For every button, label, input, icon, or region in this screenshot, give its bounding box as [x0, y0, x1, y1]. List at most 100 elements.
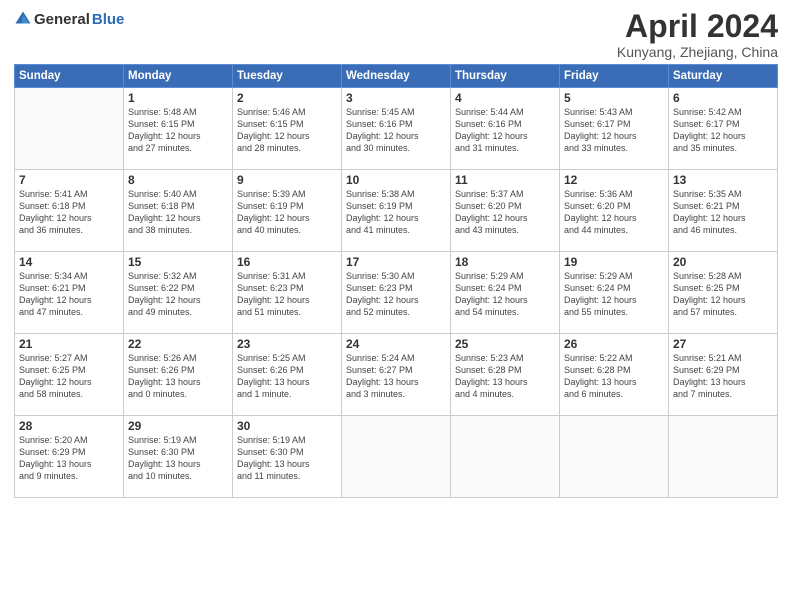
table-row: 30Sunrise: 5:19 AM Sunset: 6:30 PM Dayli… — [233, 416, 342, 498]
week-row-3: 14Sunrise: 5:34 AM Sunset: 6:21 PM Dayli… — [15, 252, 778, 334]
day-info: Sunrise: 5:34 AM Sunset: 6:21 PM Dayligh… — [19, 270, 119, 319]
table-row: 16Sunrise: 5:31 AM Sunset: 6:23 PM Dayli… — [233, 252, 342, 334]
table-row: 12Sunrise: 5:36 AM Sunset: 6:20 PM Dayli… — [560, 170, 669, 252]
day-info: Sunrise: 5:46 AM Sunset: 6:15 PM Dayligh… — [237, 106, 337, 155]
table-row: 21Sunrise: 5:27 AM Sunset: 6:25 PM Dayli… — [15, 334, 124, 416]
col-sunday: Sunday — [15, 65, 124, 88]
table-row: 6Sunrise: 5:42 AM Sunset: 6:17 PM Daylig… — [669, 88, 778, 170]
location-title: Kunyang, Zhejiang, China — [617, 44, 778, 60]
day-number: 24 — [346, 337, 446, 351]
day-number: 20 — [673, 255, 773, 269]
header-row: Sunday Monday Tuesday Wednesday Thursday… — [15, 65, 778, 88]
day-info: Sunrise: 5:32 AM Sunset: 6:22 PM Dayligh… — [128, 270, 228, 319]
day-info: Sunrise: 5:27 AM Sunset: 6:25 PM Dayligh… — [19, 352, 119, 401]
table-row: 5Sunrise: 5:43 AM Sunset: 6:17 PM Daylig… — [560, 88, 669, 170]
day-number: 26 — [564, 337, 664, 351]
table-row: 3Sunrise: 5:45 AM Sunset: 6:16 PM Daylig… — [342, 88, 451, 170]
day-number: 23 — [237, 337, 337, 351]
day-number: 29 — [128, 419, 228, 433]
day-number: 1 — [128, 91, 228, 105]
day-info: Sunrise: 5:35 AM Sunset: 6:21 PM Dayligh… — [673, 188, 773, 237]
day-info: Sunrise: 5:24 AM Sunset: 6:27 PM Dayligh… — [346, 352, 446, 401]
title-area: April 2024 Kunyang, Zhejiang, China — [617, 10, 778, 60]
table-row — [669, 416, 778, 498]
table-row: 20Sunrise: 5:28 AM Sunset: 6:25 PM Dayli… — [669, 252, 778, 334]
table-row: 7Sunrise: 5:41 AM Sunset: 6:18 PM Daylig… — [15, 170, 124, 252]
day-number: 5 — [564, 91, 664, 105]
day-number: 13 — [673, 173, 773, 187]
day-number: 14 — [19, 255, 119, 269]
day-info: Sunrise: 5:22 AM Sunset: 6:28 PM Dayligh… — [564, 352, 664, 401]
table-row: 25Sunrise: 5:23 AM Sunset: 6:28 PM Dayli… — [451, 334, 560, 416]
table-row: 18Sunrise: 5:29 AM Sunset: 6:24 PM Dayli… — [451, 252, 560, 334]
day-info: Sunrise: 5:44 AM Sunset: 6:16 PM Dayligh… — [455, 106, 555, 155]
calendar-table: Sunday Monday Tuesday Wednesday Thursday… — [14, 64, 778, 498]
table-row: 17Sunrise: 5:30 AM Sunset: 6:23 PM Dayli… — [342, 252, 451, 334]
week-row-4: 21Sunrise: 5:27 AM Sunset: 6:25 PM Dayli… — [15, 334, 778, 416]
table-row: 28Sunrise: 5:20 AM Sunset: 6:29 PM Dayli… — [15, 416, 124, 498]
table-row: 1Sunrise: 5:48 AM Sunset: 6:15 PM Daylig… — [124, 88, 233, 170]
table-row: 27Sunrise: 5:21 AM Sunset: 6:29 PM Dayli… — [669, 334, 778, 416]
day-info: Sunrise: 5:43 AM Sunset: 6:17 PM Dayligh… — [564, 106, 664, 155]
day-number: 21 — [19, 337, 119, 351]
col-wednesday: Wednesday — [342, 65, 451, 88]
day-info: Sunrise: 5:29 AM Sunset: 6:24 PM Dayligh… — [455, 270, 555, 319]
col-monday: Monday — [124, 65, 233, 88]
table-row: 22Sunrise: 5:26 AM Sunset: 6:26 PM Dayli… — [124, 334, 233, 416]
day-number: 15 — [128, 255, 228, 269]
day-info: Sunrise: 5:26 AM Sunset: 6:26 PM Dayligh… — [128, 352, 228, 401]
header: GeneralBlue April 2024 Kunyang, Zhejiang… — [14, 10, 778, 60]
month-title: April 2024 — [617, 10, 778, 42]
day-number: 30 — [237, 419, 337, 433]
table-row: 29Sunrise: 5:19 AM Sunset: 6:30 PM Dayli… — [124, 416, 233, 498]
day-number: 28 — [19, 419, 119, 433]
table-row — [451, 416, 560, 498]
table-row: 9Sunrise: 5:39 AM Sunset: 6:19 PM Daylig… — [233, 170, 342, 252]
day-info: Sunrise: 5:45 AM Sunset: 6:16 PM Dayligh… — [346, 106, 446, 155]
day-number: 17 — [346, 255, 446, 269]
table-row: 24Sunrise: 5:24 AM Sunset: 6:27 PM Dayli… — [342, 334, 451, 416]
day-info: Sunrise: 5:25 AM Sunset: 6:26 PM Dayligh… — [237, 352, 337, 401]
logo-general-text: General — [34, 11, 90, 28]
day-number: 2 — [237, 91, 337, 105]
col-thursday: Thursday — [451, 65, 560, 88]
table-row: 14Sunrise: 5:34 AM Sunset: 6:21 PM Dayli… — [15, 252, 124, 334]
day-info: Sunrise: 5:41 AM Sunset: 6:18 PM Dayligh… — [19, 188, 119, 237]
table-row: 8Sunrise: 5:40 AM Sunset: 6:18 PM Daylig… — [124, 170, 233, 252]
table-row — [342, 416, 451, 498]
logo-area: GeneralBlue — [14, 10, 124, 28]
col-saturday: Saturday — [669, 65, 778, 88]
col-friday: Friday — [560, 65, 669, 88]
day-number: 4 — [455, 91, 555, 105]
week-row-2: 7Sunrise: 5:41 AM Sunset: 6:18 PM Daylig… — [15, 170, 778, 252]
table-row: 4Sunrise: 5:44 AM Sunset: 6:16 PM Daylig… — [451, 88, 560, 170]
logo-blue-text: Blue — [92, 11, 125, 28]
day-info: Sunrise: 5:28 AM Sunset: 6:25 PM Dayligh… — [673, 270, 773, 319]
table-row: 2Sunrise: 5:46 AM Sunset: 6:15 PM Daylig… — [233, 88, 342, 170]
day-info: Sunrise: 5:39 AM Sunset: 6:19 PM Dayligh… — [237, 188, 337, 237]
day-info: Sunrise: 5:42 AM Sunset: 6:17 PM Dayligh… — [673, 106, 773, 155]
day-number: 16 — [237, 255, 337, 269]
day-info: Sunrise: 5:40 AM Sunset: 6:18 PM Dayligh… — [128, 188, 228, 237]
day-number: 11 — [455, 173, 555, 187]
table-row — [560, 416, 669, 498]
day-info: Sunrise: 5:29 AM Sunset: 6:24 PM Dayligh… — [564, 270, 664, 319]
day-info: Sunrise: 5:19 AM Sunset: 6:30 PM Dayligh… — [128, 434, 228, 483]
table-row — [15, 88, 124, 170]
logo-icon — [14, 10, 32, 28]
week-row-5: 28Sunrise: 5:20 AM Sunset: 6:29 PM Dayli… — [15, 416, 778, 498]
table-row: 26Sunrise: 5:22 AM Sunset: 6:28 PM Dayli… — [560, 334, 669, 416]
table-row: 23Sunrise: 5:25 AM Sunset: 6:26 PM Dayli… — [233, 334, 342, 416]
day-number: 27 — [673, 337, 773, 351]
day-info: Sunrise: 5:31 AM Sunset: 6:23 PM Dayligh… — [237, 270, 337, 319]
day-info: Sunrise: 5:23 AM Sunset: 6:28 PM Dayligh… — [455, 352, 555, 401]
day-number: 22 — [128, 337, 228, 351]
col-tuesday: Tuesday — [233, 65, 342, 88]
table-row: 19Sunrise: 5:29 AM Sunset: 6:24 PM Dayli… — [560, 252, 669, 334]
day-number: 12 — [564, 173, 664, 187]
week-row-1: 1Sunrise: 5:48 AM Sunset: 6:15 PM Daylig… — [15, 88, 778, 170]
day-info: Sunrise: 5:37 AM Sunset: 6:20 PM Dayligh… — [455, 188, 555, 237]
day-number: 25 — [455, 337, 555, 351]
day-info: Sunrise: 5:21 AM Sunset: 6:29 PM Dayligh… — [673, 352, 773, 401]
day-info: Sunrise: 5:48 AM Sunset: 6:15 PM Dayligh… — [128, 106, 228, 155]
